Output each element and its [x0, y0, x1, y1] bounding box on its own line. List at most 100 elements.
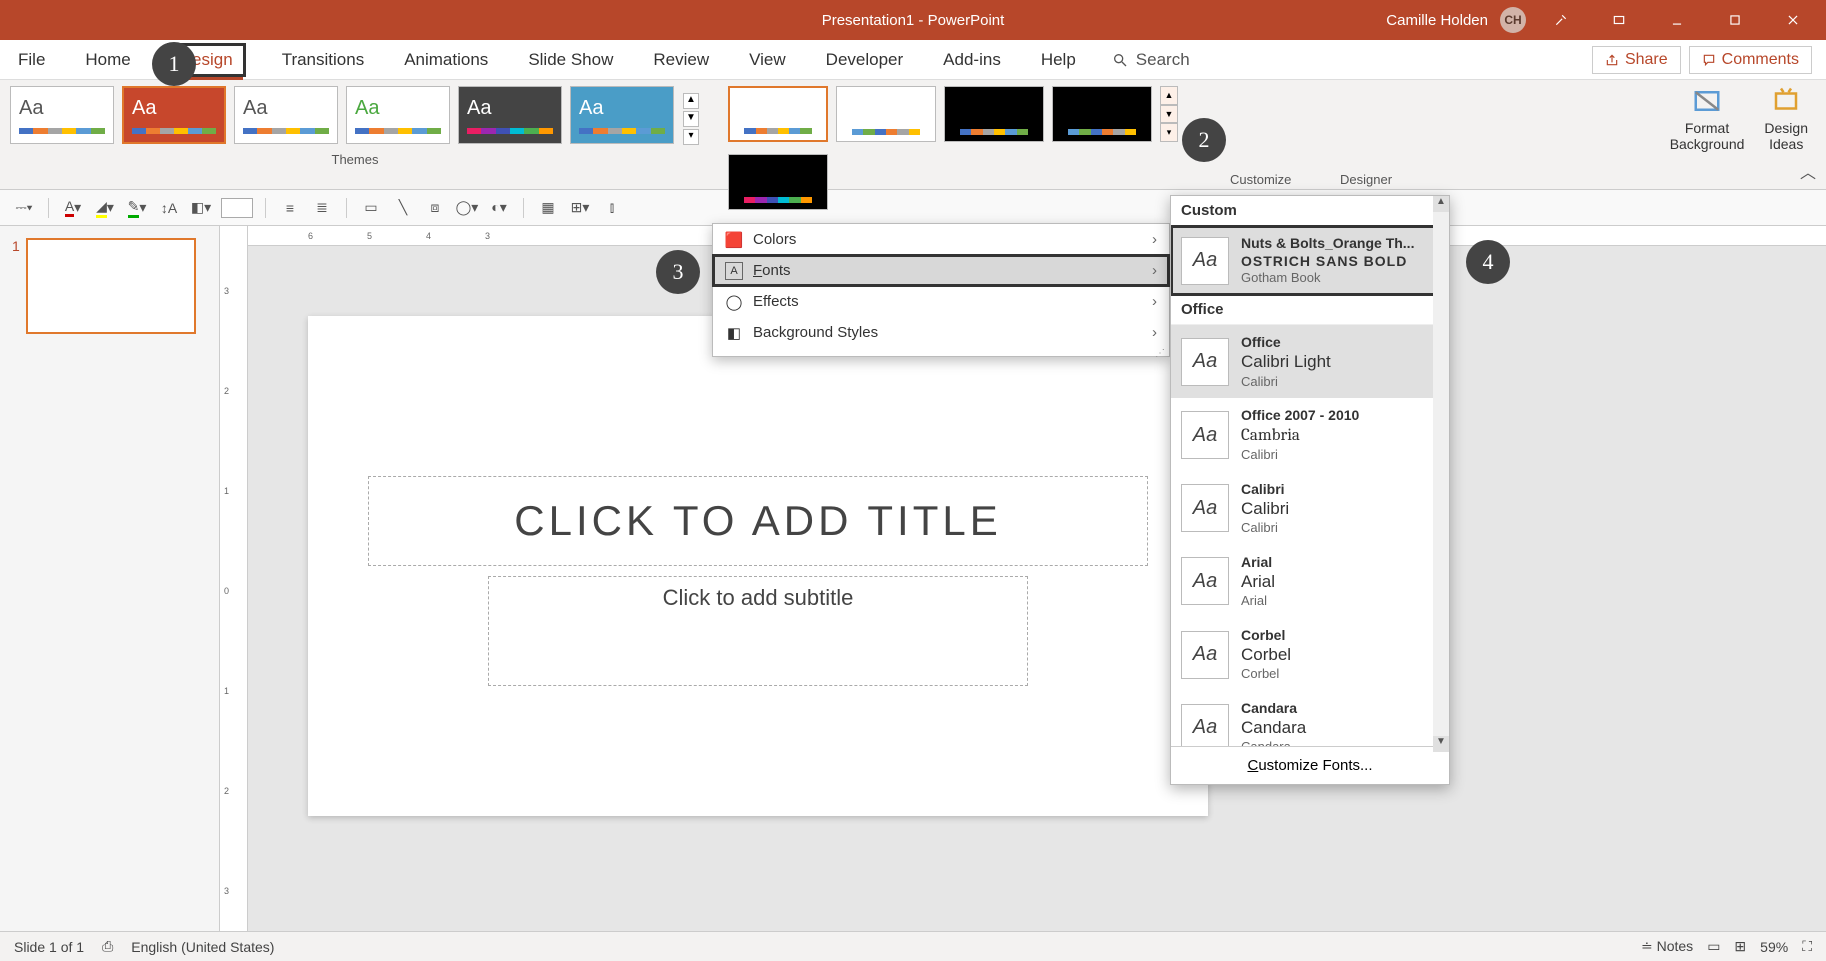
variants-scroll-up[interactable]: ▲: [1160, 86, 1178, 105]
close-button[interactable]: [1770, 0, 1816, 40]
menu-fonts[interactable]: A Fonts ›: [713, 255, 1169, 286]
chart-icon[interactable]: ▦: [536, 196, 560, 220]
maximize-button[interactable]: [1712, 0, 1758, 40]
variant-thumb-5[interactable]: [728, 154, 828, 210]
variant-thumb-3[interactable]: [944, 86, 1044, 142]
language-indicator[interactable]: English (United States): [131, 939, 274, 955]
status-bar: Slide 1 of 1 ⎙ English (United States) ≐…: [0, 931, 1826, 961]
fonts-scrollbar[interactable]: ▲ ▼: [1433, 196, 1449, 752]
font-item-custom1[interactable]: Aa Nuts & Bolts_Orange Th... OSTRICH SAN…: [1171, 226, 1449, 295]
align-right-icon[interactable]: ≣: [310, 196, 334, 220]
font-body: Candara: [1241, 739, 1306, 746]
resize-grip-icon[interactable]: ⋰: [713, 348, 1169, 356]
notes-button[interactable]: ≐ Notes: [1641, 938, 1693, 955]
font-item-office[interactable]: Aa Office Calibri Light Calibri: [1171, 325, 1449, 398]
theme-thumb-5[interactable]: Aa: [458, 86, 562, 144]
menu-background-styles[interactable]: ◧ Background Styles ›: [713, 317, 1169, 348]
tab-file[interactable]: File: [14, 44, 49, 76]
design-ideas-label: Design Ideas: [1764, 120, 1808, 152]
font-body: Calibri: [1241, 447, 1359, 464]
align-left-icon[interactable]: ≡: [278, 196, 302, 220]
font-item-corbel[interactable]: Aa Corbel Corbel Corbel: [1171, 618, 1449, 691]
theme-thumb-1[interactable]: Aa: [10, 86, 114, 144]
theme-thumb-3[interactable]: Aa: [234, 86, 338, 144]
tab-animations[interactable]: Animations: [400, 44, 492, 76]
sort-icon[interactable]: ↕A: [157, 196, 181, 220]
variant-thumb-1[interactable]: [728, 86, 828, 142]
rectangle-shape-icon[interactable]: ▭: [359, 196, 383, 220]
font-item-office2007[interactable]: Aa Office 2007 - 2010 Cambria Calibri: [1171, 398, 1449, 471]
font-body: Calibri: [1241, 374, 1331, 391]
font-heading: Arial: [1241, 571, 1275, 593]
theme-thumb-6[interactable]: Aa: [570, 86, 674, 144]
comments-label: Comments: [1722, 51, 1799, 69]
arrange-button[interactable]: ◧▾: [189, 196, 213, 220]
font-heading: Calibri: [1241, 498, 1289, 520]
tab-review[interactable]: Review: [649, 44, 713, 76]
tab-home[interactable]: Home: [81, 44, 134, 76]
font-swatch: Aa: [1181, 631, 1229, 679]
theme-thumb-4[interactable]: Aa: [346, 86, 450, 144]
font-body: Calibri: [1241, 520, 1289, 537]
aa-label: Aa: [355, 97, 441, 120]
subtitle-placeholder[interactable]: Click to add subtitle: [488, 576, 1028, 686]
zoom-level[interactable]: 59%: [1760, 939, 1788, 955]
view-sorter-icon[interactable]: ⊞: [1734, 938, 1746, 955]
merge-button[interactable]: ◐▾: [487, 196, 511, 220]
highlight-button[interactable]: ◢▾: [93, 196, 117, 220]
theme-thumb-2[interactable]: Aa: [122, 86, 226, 144]
tab-view[interactable]: View: [745, 44, 790, 76]
customize-fonts-button[interactable]: Customize Fonts...: [1171, 746, 1449, 784]
slide-panel[interactable]: 1: [0, 226, 220, 946]
scroll-down-button[interactable]: ▼: [1433, 736, 1449, 752]
menu-colors[interactable]: 🟥 Colors ›: [713, 224, 1169, 255]
menu-effects[interactable]: ◯ Effects ›: [713, 286, 1169, 317]
align-button[interactable]: ⎓▾: [12, 196, 36, 220]
ribbon-display-icon[interactable]: [1596, 0, 1642, 40]
minimize-button[interactable]: [1654, 0, 1700, 40]
font-color-button[interactable]: A▾: [61, 196, 85, 220]
font-heading: OSTRICH SANS BOLD: [1241, 252, 1414, 270]
title-placeholder[interactable]: CLICK TO ADD TITLE: [368, 476, 1148, 566]
themes-scroll-up[interactable]: ▲: [683, 93, 699, 109]
line-shape-icon[interactable]: ╲: [391, 196, 415, 220]
slide-counter: Slide 1 of 1: [14, 939, 84, 955]
collapse-ribbon-button[interactable]: ︿: [1800, 159, 1816, 183]
view-normal-icon[interactable]: ▭: [1707, 938, 1720, 955]
font-item-calibri[interactable]: Aa Calibri Calibri Calibri: [1171, 472, 1449, 545]
font-item-candara[interactable]: Aa Candara Candara Candara: [1171, 691, 1449, 746]
spellcheck-icon[interactable]: ⎙: [102, 938, 113, 955]
textbox-icon[interactable]: ⧈: [423, 196, 447, 220]
slide-thumbnail-1[interactable]: 1: [12, 238, 207, 334]
outline-button[interactable]: ✎▾: [125, 196, 149, 220]
color-swatch[interactable]: [221, 198, 253, 218]
themes-scroll-down[interactable]: ▼: [683, 111, 699, 127]
tab-help[interactable]: Help: [1037, 44, 1080, 76]
tab-transitions[interactable]: Transitions: [278, 44, 369, 76]
slide-canvas[interactable]: CLICK TO ADD TITLE Click to add subtitle: [308, 316, 1208, 816]
font-swatch: Aa: [1181, 411, 1229, 459]
tab-developer[interactable]: Developer: [822, 44, 908, 76]
fit-window-icon[interactable]: ⛶: [1802, 938, 1812, 955]
variants-more[interactable]: ▾: [1160, 123, 1178, 142]
tab-addins[interactable]: Add-ins: [939, 44, 1005, 76]
themes-more[interactable]: ▾: [683, 129, 699, 145]
touch-mode-icon[interactable]: [1538, 0, 1584, 40]
variant-thumb-2[interactable]: [836, 86, 936, 142]
crop-icon[interactable]: ⫾: [600, 196, 624, 220]
table-button[interactable]: ⊞▾: [568, 196, 592, 220]
avatar[interactable]: CH: [1500, 7, 1526, 33]
share-button[interactable]: Share: [1592, 46, 1681, 74]
design-ideas-icon: [1771, 86, 1801, 116]
font-swatch: Aa: [1181, 338, 1229, 386]
font-item-arial[interactable]: Aa Arial Arial Arial: [1171, 545, 1449, 618]
search-box[interactable]: Search: [1112, 50, 1190, 70]
comment-icon: [1702, 53, 1716, 67]
tab-slideshow[interactable]: Slide Show: [524, 44, 617, 76]
scroll-up-button[interactable]: ▲: [1433, 196, 1449, 212]
shapes-button[interactable]: ◯▾: [455, 196, 479, 220]
comments-button[interactable]: Comments: [1689, 46, 1812, 74]
format-background-button[interactable]: Format Background: [1670, 86, 1745, 187]
variant-thumb-4[interactable]: [1052, 86, 1152, 142]
variants-scroll-down[interactable]: ▼: [1160, 105, 1178, 124]
